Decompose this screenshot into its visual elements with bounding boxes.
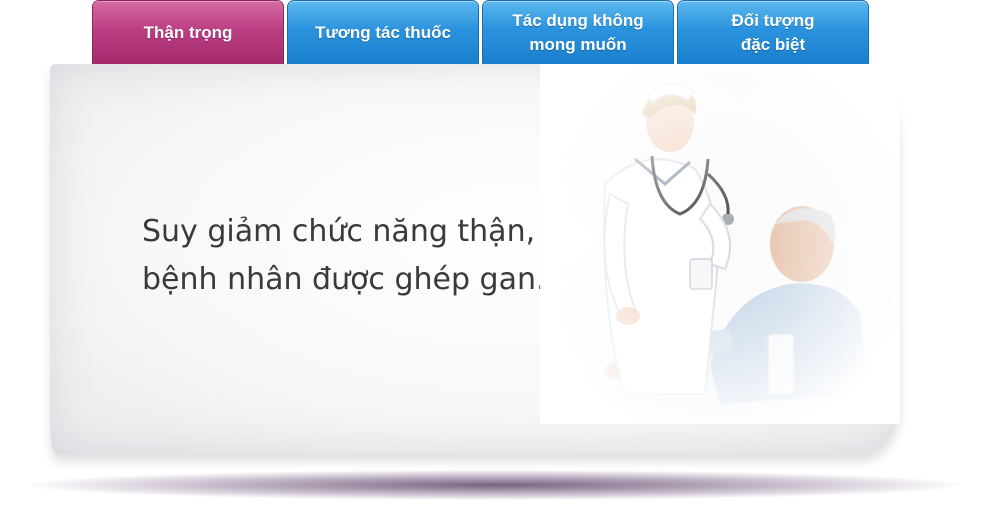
nurse-patient-illustration [540,64,900,424]
panel-shadow [30,470,960,500]
tab-tuong-tac-thuoc[interactable]: Tương tác thuốc [287,0,479,64]
tab-than-trong[interactable]: Thận trọng [92,0,284,64]
content-line-1: Suy giảm chức năng thận, [142,214,536,249]
tab-tac-dung-khong-mong-muon[interactable]: Tác dụng không mong muốn [482,0,674,64]
tab-doi-tuong-dac-biet[interactable]: Đối tượng đặc biệt [677,0,869,64]
content-line-2: bệnh nhân được ghép gan. [142,262,546,297]
content-text: Suy giảm chức năng thận, bệnh nhân được … [142,208,546,304]
tab-bar: Thận trọng Tương tác thuốc Tác dụng khôn… [92,0,869,64]
